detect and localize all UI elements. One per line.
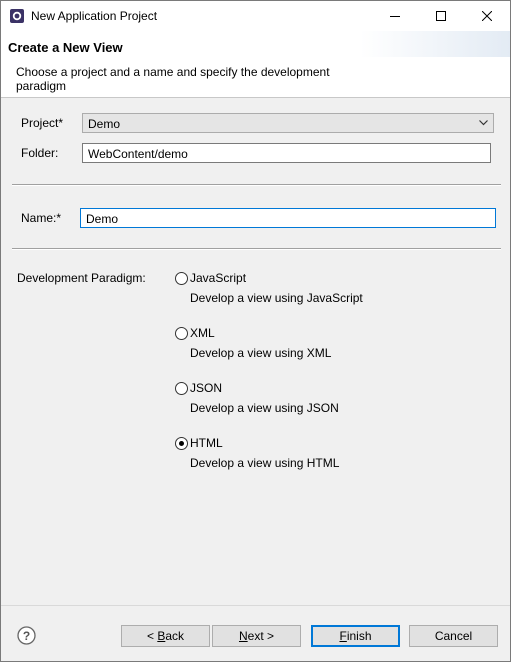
radio-json[interactable]	[175, 382, 188, 395]
folder-value: WebContent/demo	[88, 147, 188, 161]
radio-xml[interactable]	[175, 327, 188, 340]
next-button[interactable]: Next >	[212, 625, 301, 647]
maximize-icon	[436, 11, 446, 21]
chevron-down-icon	[479, 120, 488, 126]
back-button[interactable]: < Back	[121, 625, 210, 647]
paradigm-label: Development Paradigm:	[17, 271, 146, 285]
eclipse-icon	[9, 8, 25, 24]
minimize-button[interactable]	[372, 1, 418, 31]
wizard-description: Choose a project and a name and specify …	[16, 65, 330, 93]
title-bar: New Application Project	[1, 1, 510, 31]
separator	[12, 184, 501, 186]
help-icon: ?	[17, 626, 36, 645]
radio-label[interactable]: JSON	[190, 381, 222, 395]
wizard-banner: Create a New View Choose a project and a…	[1, 31, 510, 98]
svg-text:?: ?	[23, 629, 30, 643]
name-field[interactable]: Demo	[80, 208, 496, 228]
radio-label[interactable]: XML	[190, 326, 215, 340]
maximize-button[interactable]	[418, 1, 464, 31]
finish-button[interactable]: Finish	[311, 625, 400, 647]
radio-javascript[interactable]	[175, 272, 188, 285]
footer-divider	[1, 605, 510, 606]
project-value: Demo	[88, 117, 121, 131]
radio-label[interactable]: HTML	[190, 436, 223, 450]
window-title: New Application Project	[31, 9, 158, 23]
close-button[interactable]	[464, 1, 510, 31]
minimize-icon	[390, 16, 400, 17]
name-value: Demo	[86, 212, 119, 226]
option-description: Develop a view using JSON	[190, 401, 339, 415]
help-button[interactable]: ?	[17, 626, 36, 645]
radio-html[interactable]	[175, 437, 188, 450]
project-label: Project*	[21, 116, 64, 130]
folder-label: Folder:	[21, 146, 59, 160]
cancel-button[interactable]: Cancel	[409, 625, 498, 647]
dialog-window: New Application Project Create a New Vie…	[0, 0, 511, 662]
option-description: Develop a view using XML	[190, 346, 332, 360]
folder-field[interactable]: WebContent/demo	[82, 143, 491, 163]
separator	[12, 248, 501, 250]
radio-label[interactable]: JavaScript	[190, 271, 246, 285]
wizard-title: Create a New View	[8, 40, 123, 55]
name-label: Name:*	[21, 211, 62, 225]
project-combo[interactable]: Demo	[82, 113, 494, 133]
close-icon	[482, 11, 492, 21]
option-description: Develop a view using JavaScript	[190, 291, 363, 305]
option-description: Develop a view using HTML	[190, 456, 340, 470]
